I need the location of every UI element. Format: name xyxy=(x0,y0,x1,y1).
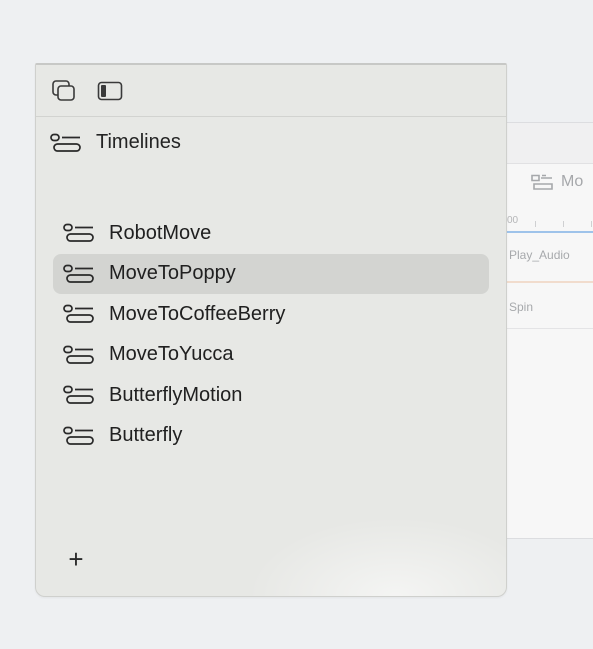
timeline-icon xyxy=(63,426,95,446)
timeline-item-label: RobotMove xyxy=(109,221,212,244)
timeline-item-movetoyucca[interactable]: MoveToYucca xyxy=(53,335,489,376)
timeline-icon xyxy=(531,174,553,190)
panel-highlight xyxy=(246,516,506,596)
track-play-audio[interactable]: Play_Audio xyxy=(507,233,593,283)
sidebar-toggle-button[interactable] xyxy=(96,78,124,104)
timeline-icon xyxy=(63,223,95,243)
track-spin[interactable]: Spin xyxy=(507,285,593,329)
panel-toolbar xyxy=(36,65,506,117)
timeline-item-label: MoveToCoffeeBerry xyxy=(109,302,286,325)
timeline-item-movetocoffeeberry[interactable]: MoveToCoffeeBerry xyxy=(53,294,489,335)
sidebar-toggle-icon xyxy=(97,81,123,101)
ruler-tick xyxy=(563,221,564,227)
timeline-item-butterfly[interactable]: Butterfly xyxy=(53,416,489,457)
timeline-item-robotmove[interactable]: RobotMove xyxy=(53,213,489,254)
time-ruler[interactable]: 00 xyxy=(507,209,593,233)
timeline-item-movetopoppy[interactable]: MoveToPoppy xyxy=(53,253,489,294)
timeline-icon xyxy=(63,264,95,284)
add-timeline-button[interactable]: + xyxy=(64,546,88,572)
section-title: Timelines xyxy=(96,131,181,153)
timelines-panel: Timelines RobotMove MoveToPoppy MoveToCo… xyxy=(35,63,507,597)
timeline-item-butterflymotion[interactable]: ButterflyMotion xyxy=(53,375,489,416)
windows-button[interactable] xyxy=(50,78,78,104)
timeline-icon xyxy=(63,345,95,365)
timeline-item-label: MoveToYucca xyxy=(109,343,234,366)
timeline-item-label: MoveToPoppy xyxy=(109,262,236,285)
timeline-list: RobotMove MoveToPoppy MoveToCoffeeBerry … xyxy=(53,213,489,456)
timeline-icon xyxy=(50,133,82,153)
overlapping-windows-icon xyxy=(51,79,77,103)
editor-timeline-tab[interactable]: Mo xyxy=(531,173,583,191)
timeline-item-label: Butterfly xyxy=(109,424,183,447)
timeline-icon xyxy=(63,304,95,324)
ruler-tick xyxy=(591,221,592,227)
editor-tab-label: Mo xyxy=(561,173,584,190)
ruler-tick-label: 00 xyxy=(507,215,519,226)
timeline-item-label: ButterflyMotion xyxy=(109,383,243,406)
ruler-tick xyxy=(535,221,536,227)
timeline-icon xyxy=(63,385,95,405)
timelines-section-header[interactable]: Timelines xyxy=(50,131,181,154)
